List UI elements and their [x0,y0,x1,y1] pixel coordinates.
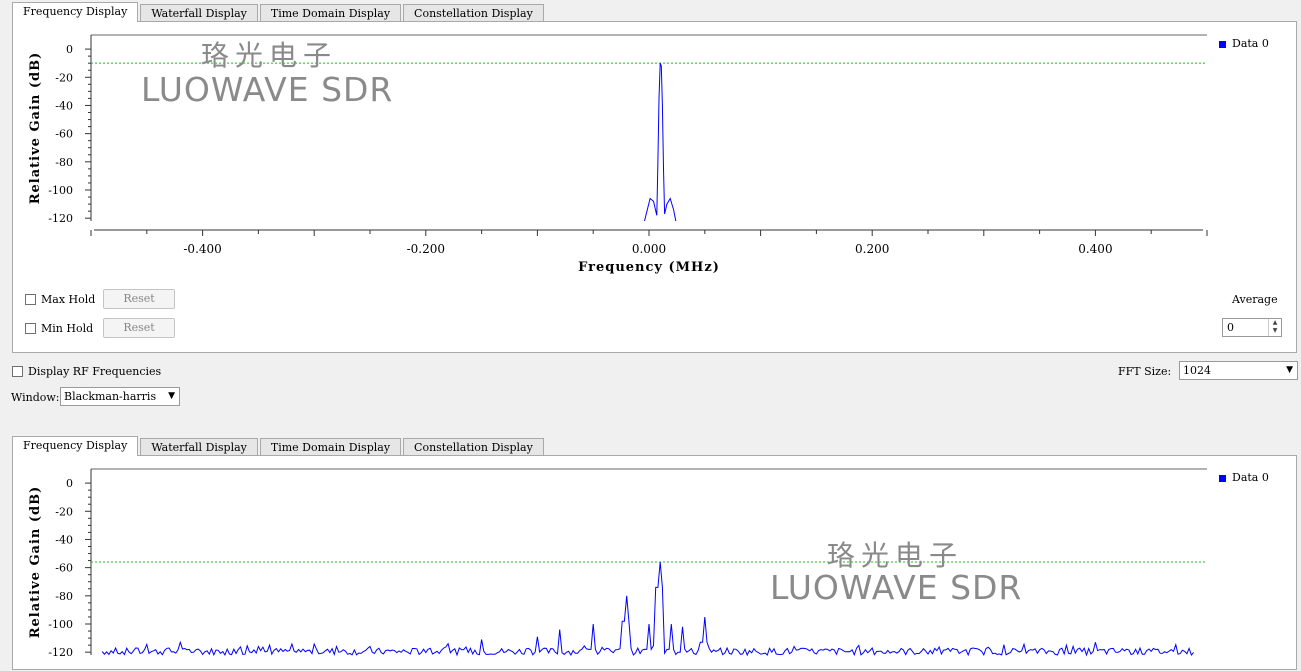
tab-constellation-display[interactable]: Constellation Display [403,4,544,22]
average-spinbox[interactable]: 0 ▲ ▼ [1222,318,1282,337]
tab-waterfall-display[interactable]: Waterfall Display [140,438,258,456]
x-tick-label: 0.200 [855,242,889,256]
y-tick-label: 0 [66,477,73,490]
y-tick-label: -120 [48,646,73,659]
y-tick-label: -40 [55,99,73,112]
tab-frequency-display[interactable]: Frequency Display [12,2,139,22]
tab-waterfall-display[interactable]: Waterfall Display [140,4,258,22]
max-hold-label: Max Hold [41,293,96,306]
fft-size-select[interactable]: 1024 ▼ [1179,361,1298,380]
tab-time-domain-display[interactable]: Time Domain Display [259,438,402,456]
spin-arrows-icon[interactable]: ▲ ▼ [1268,319,1281,336]
y-axis-label: Relative Gain (dB) [28,486,43,639]
window-label: Window: [11,391,60,404]
y-axis-label: Relative Gain (dB) [28,52,43,205]
bottom-legend: Data 0 [1219,471,1269,484]
x-tick-label: -0.200 [407,242,445,256]
min-hold-reset-button[interactable]: Reset [103,318,175,338]
x-tick-label: 0.000 [632,242,666,256]
average-value: 0 [1227,321,1234,334]
y-tick-label: -60 [55,128,73,141]
display-rf-label: Display RF Frequencies [28,365,162,378]
window-value: Blackman-harris [64,390,157,403]
legend-label: Data 0 [1232,471,1269,484]
x-axis-label: Frequency (MHz) [578,260,720,275]
y-tick-label: -20 [55,505,73,518]
spectrum-trace [644,63,677,222]
max-hold-checkbox[interactable]: Max Hold [25,293,95,306]
checkbox-box[interactable] [25,323,36,334]
y-tick-label: -80 [55,156,73,169]
y-tick-label: -60 [55,562,73,575]
x-tick-label: 0.400 [1078,242,1112,256]
bottom-display-panel: 0 -20 -40 -60 -80 -100 -120 Relative Gain (dB) … [12,455,1297,670]
bottom-spectrum-plot[interactable]: 0 -20 -40 -60 -80 -100 -120 Relative Gain (dB) [13,456,1298,671]
legend-label: Data 0 [1232,37,1269,50]
bottom-tab-bar: Frequency Display Waterfall Display Time… [12,436,546,456]
chevron-down-icon: ▼ [168,391,175,401]
tab-time-domain-display[interactable]: Time Domain Display [259,4,402,22]
display-rf-frequencies-checkbox[interactable]: Display RF Frequencies [12,365,161,378]
max-hold-reset-button[interactable]: Reset [103,289,175,309]
checkbox-box[interactable] [25,294,36,305]
top-tab-bar: Frequency Display Waterfall Display Time… [12,2,546,22]
watermark-chinese: 珞光电子 [201,39,338,72]
chevron-down-icon: ▼ [1286,365,1293,375]
watermark-logo: LUOWAVE SDR [141,70,394,109]
bottom-spectrum-svg: 0 -20 -40 -60 -80 -100 -120 Relative Gain (dB) [28,468,1207,659]
legend-swatch [1219,40,1226,48]
x-tick-label: -0.400 [183,242,221,256]
tab-frequency-display[interactable]: Frequency Display [12,436,139,456]
y-tick-label: 0 [66,43,73,56]
top-legend: Data 0 [1219,37,1269,50]
checkbox-box[interactable] [12,366,23,377]
y-tick-label: -120 [48,212,73,225]
legend-swatch [1219,474,1226,482]
y-tick-label: -20 [55,71,73,84]
average-label: Average [1232,293,1278,306]
min-hold-checkbox[interactable]: Min Hold [25,322,93,335]
min-hold-label: Min Hold [41,322,94,335]
spectrum-trace [101,561,1194,657]
fft-size-label: FFT Size: [1118,365,1172,378]
y-tick-label: -40 [55,533,73,546]
tab-constellation-display[interactable]: Constellation Display [403,438,544,456]
window-select[interactable]: Blackman-harris ▼ [60,387,180,406]
y-tick-label: -100 [48,184,73,197]
y-tick-label: -100 [48,618,73,631]
y-tick-label: -80 [55,590,73,603]
watermark-logo: LUOWAVE SDR [770,568,1023,607]
fft-size-value: 1024 [1183,364,1211,377]
top-display-panel: 0 -20 -40 -60 -80 -100 -120 Relative Gain (dB) -… [12,21,1297,353]
